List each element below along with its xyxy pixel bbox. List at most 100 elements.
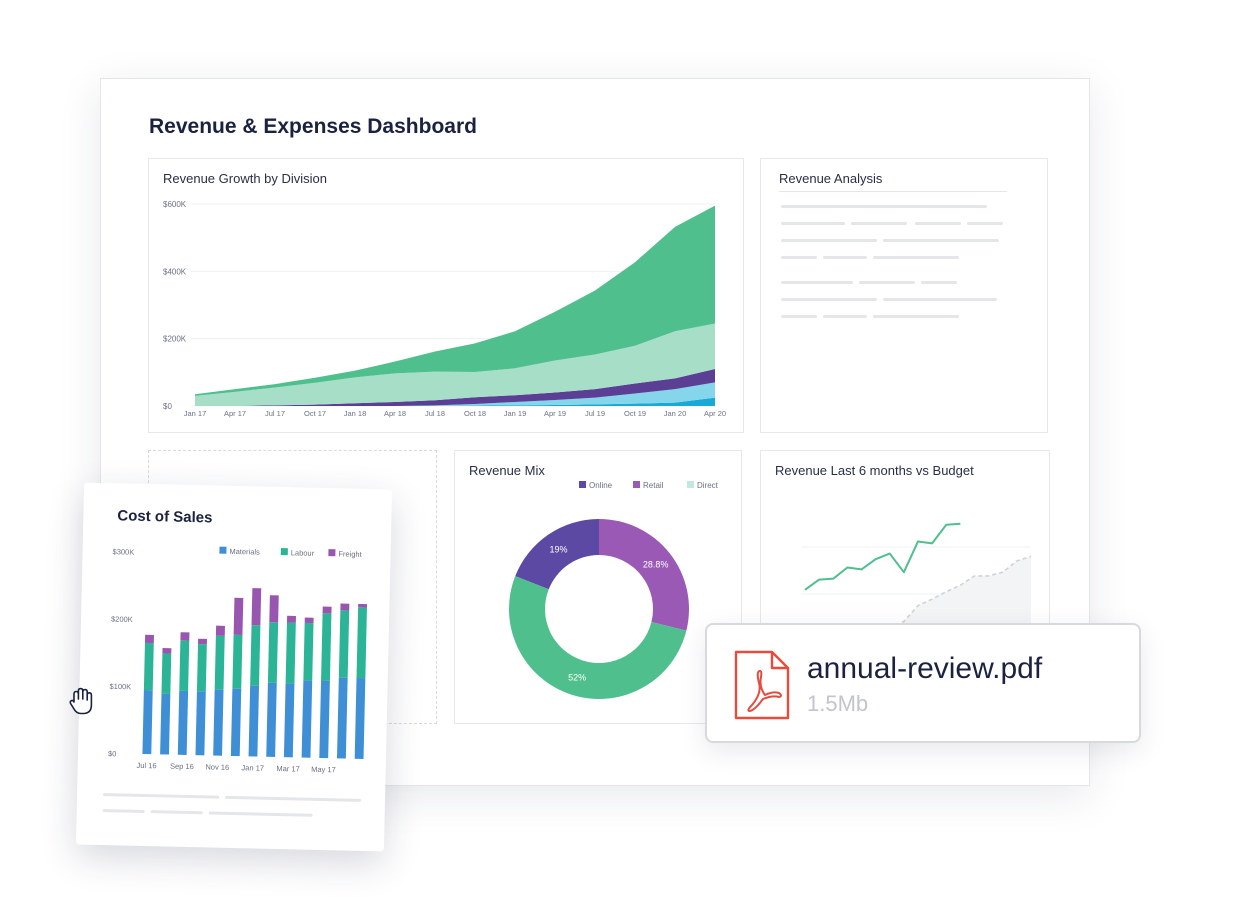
- text-placeholder-line: [781, 298, 877, 301]
- text-placeholder-line: [873, 315, 959, 318]
- bar-segment-freight: [198, 638, 207, 645]
- bar-segment-freight: [286, 615, 296, 623]
- slice-value-label: 28.8%: [643, 560, 669, 570]
- x-tick-label: Apr 17: [224, 409, 246, 418]
- legend-label: Freight: [338, 549, 362, 559]
- bar-segment-freight: [233, 597, 244, 635]
- x-tick-label: Jan 17: [184, 409, 207, 418]
- revenue-growth-card[interactable]: Revenue Growth by Division $0 $200K $400K $…: [148, 158, 744, 433]
- text-placeholder-line: [779, 191, 1007, 192]
- text-placeholder-line: [781, 256, 817, 259]
- bar-segment-freight: [269, 595, 279, 623]
- x-tick-label: Oct 19: [624, 409, 646, 418]
- y-tick-label: $400K: [163, 267, 187, 276]
- legend-swatch: [579, 481, 586, 488]
- bar-segment-labour: [267, 622, 279, 683]
- x-tick-label: May 17: [311, 765, 336, 775]
- y-tick-label: $200K: [163, 335, 187, 344]
- y-tick-label: $0: [108, 749, 117, 758]
- bar-segment-labour: [303, 622, 314, 681]
- text-placeholder-line: [781, 239, 877, 242]
- x-tick-label: Mar 17: [276, 764, 300, 774]
- x-tick-label: Jul 19: [585, 409, 605, 418]
- bar-segment-materials: [142, 689, 153, 755]
- bar-segment-labour: [179, 640, 190, 691]
- x-tick-label: Jul 17: [265, 409, 285, 418]
- text-placeholder-line: [967, 222, 1003, 225]
- x-tick-label: Jan 20: [664, 409, 687, 418]
- x-tick-label: Jan 19: [504, 409, 527, 418]
- bar-segment-materials: [354, 677, 366, 759]
- revenue-line: [804, 522, 961, 591]
- x-tick-label: Jul 18: [425, 409, 445, 418]
- text-placeholder-line: [883, 298, 997, 301]
- bar-segment-labour: [161, 653, 172, 694]
- bar-segment-materials: [283, 683, 295, 758]
- bar-segment-freight: [144, 634, 154, 644]
- legend-label: Online: [589, 481, 613, 490]
- text-placeholder-line: [823, 315, 867, 318]
- x-tick-label: Apr 18: [384, 409, 406, 418]
- bar-segment-materials: [160, 693, 171, 755]
- x-tick-label: Oct 18: [464, 409, 486, 418]
- x-tick-label: Apr 20: [704, 409, 726, 418]
- text-placeholder-line: [883, 239, 999, 242]
- bar-segment-materials: [336, 677, 348, 759]
- file-name: annual-review.pdf: [807, 652, 1043, 685]
- legend-swatch: [219, 546, 227, 554]
- bar-segment-labour: [285, 622, 296, 684]
- bar-segment-materials: [301, 680, 313, 758]
- text-placeholder-line: [921, 281, 957, 284]
- donut-slice-retail: [599, 519, 689, 631]
- x-tick-label: Apr 19: [544, 409, 566, 418]
- bar-segment-materials: [248, 685, 260, 757]
- bar-segment-materials: [230, 688, 242, 757]
- y-tick-label: $100K: [109, 682, 131, 691]
- y-tick-label: $0: [163, 402, 172, 411]
- bar-segment-labour: [214, 635, 225, 690]
- text-placeholder-line: [781, 281, 853, 284]
- x-tick-label: Nov 16: [205, 762, 229, 772]
- cost-of-sales-card[interactable]: Cost of Sales $0 $100K $200K $300K Freight La…: [75, 482, 393, 852]
- bar-segment-labour: [196, 644, 207, 692]
- x-tick-label: Oct 17: [304, 409, 326, 418]
- revenue-mix-chart: Direct Retail Online 19% 28.8% 52%: [509, 481, 719, 699]
- text-placeholder-line: [851, 222, 907, 225]
- x-tick-label: Jan 17: [241, 763, 264, 773]
- slice-value-label: 52%: [568, 673, 586, 683]
- revenue-growth-chart: $0 $200K $400K $600K Jan 17 Apr 17 Jul 17 Oct 1…: [163, 200, 726, 418]
- bar-segment-materials: [266, 682, 277, 757]
- bar-segment-materials: [195, 691, 206, 756]
- legend-swatch: [687, 481, 694, 488]
- revenue-analysis-card[interactable]: Revenue Analysis: [760, 158, 1048, 433]
- cost-of-sales-title: Cost of Sales: [117, 507, 213, 527]
- legend-swatch: [328, 549, 336, 557]
- slice-value-label: 19%: [549, 544, 567, 554]
- legend-swatch: [633, 481, 640, 488]
- text-placeholder-line: [859, 281, 915, 284]
- text-placeholder-line: [781, 315, 817, 318]
- y-tick-label: $200K: [111, 615, 133, 624]
- text-placeholder-line: [823, 256, 867, 259]
- bar-segment-freight: [304, 617, 314, 624]
- bar-segment-labour: [321, 613, 332, 681]
- bar-segment-freight: [215, 625, 225, 636]
- bar-segment-freight: [180, 632, 190, 641]
- bar-segment-materials: [213, 689, 224, 756]
- legend-swatch: [280, 548, 288, 556]
- y-tick-label: $300K: [112, 547, 134, 556]
- bar-segment-materials: [177, 690, 189, 755]
- legend-label: Direct: [697, 481, 719, 490]
- x-tick-label: Jul 16: [136, 761, 156, 770]
- text-placeholder-line: [873, 256, 959, 259]
- revenue-mix-card[interactable]: Revenue Mix Direct Retail Online 19% 28.8% 52…: [454, 450, 742, 724]
- text-placeholder-line: [781, 222, 845, 225]
- legend-label: Retail: [643, 481, 664, 490]
- bar-segment-labour: [250, 625, 261, 686]
- legend-label: Materials: [229, 547, 260, 557]
- text-placeholder-line: [781, 205, 987, 208]
- bar-segment-labour: [338, 610, 350, 678]
- bar-segment-freight: [340, 603, 350, 611]
- pdf-attachment-card[interactable]: annual-review.pdf 1.5Mb: [705, 623, 1141, 743]
- y-tick-label: $600K: [163, 200, 187, 209]
